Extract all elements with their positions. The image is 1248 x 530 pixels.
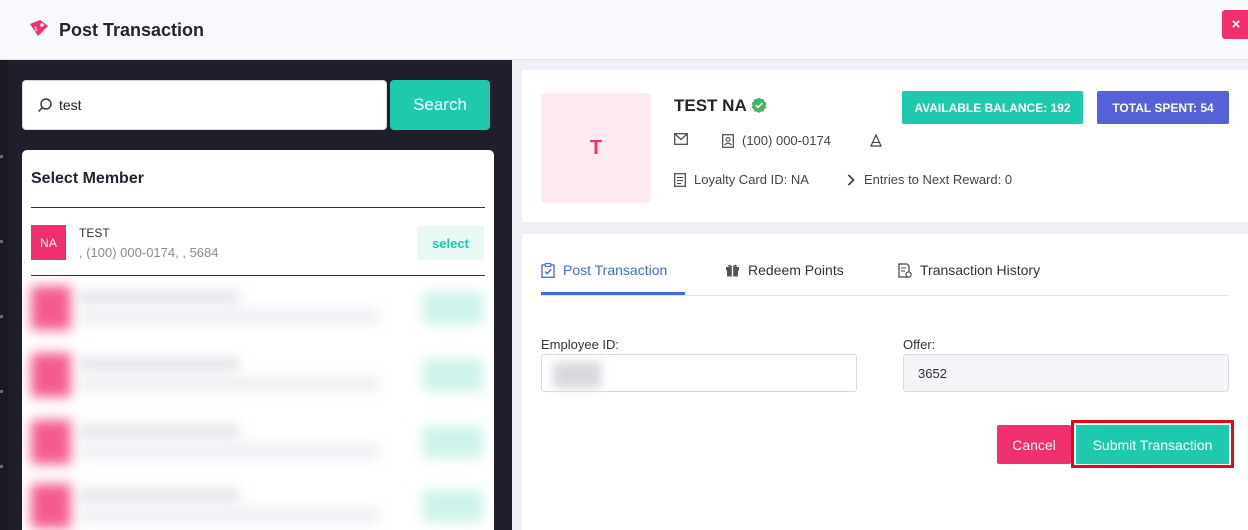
contact-card-icon (722, 133, 734, 148)
profile-avatar: T (541, 93, 651, 203)
edge-marker (0, 315, 3, 318)
tab-post-transaction-label: Post Transaction (563, 262, 668, 278)
tab-transaction-history[interactable]: Transaction History (898, 262, 1040, 278)
available-balance-badge: AVAILABLE BALANCE: 192 (902, 91, 1083, 124)
svg-text:$: $ (34, 26, 38, 33)
total-spent-badge: TOTAL SPENT: 54 (1097, 91, 1229, 124)
search-button[interactable]: Search (390, 80, 490, 130)
modal-header: $ Post Transaction (0, 0, 1248, 60)
tab-bar-divider (541, 295, 1229, 296)
list-item-redacted[interactable] (31, 345, 485, 405)
active-tab-indicator (541, 292, 685, 295)
divider (31, 275, 485, 276)
offer-label: Offer: (903, 337, 936, 352)
employee-id-label: Employee ID: (541, 337, 620, 352)
divider (31, 207, 485, 208)
chevron-right-icon (847, 173, 855, 186)
close-button[interactable]: × (1222, 10, 1248, 39)
member-list-card: Select Member NA TEST , (100) 000-0174, … (22, 150, 494, 530)
member-list-title: Select Member (31, 170, 144, 187)
cake-icon (870, 133, 882, 147)
list-item-redacted[interactable] (31, 476, 485, 530)
search-input[interactable] (59, 93, 369, 117)
list-item-redacted[interactable] (31, 412, 485, 472)
email-info (674, 133, 696, 145)
gift-icon (726, 264, 739, 277)
modal-title: Post Transaction (59, 20, 205, 40)
tab-transaction-history-label: Transaction History (920, 262, 1041, 278)
tab-redeem-points[interactable]: Redeem Points (725, 262, 844, 278)
list-item-redacted[interactable] (31, 278, 485, 338)
clipboard-check-icon (541, 262, 555, 278)
member-avatar: NA (31, 225, 66, 260)
search-field[interactable] (22, 80, 387, 130)
offer-input[interactable] (903, 354, 1229, 392)
card-icon (674, 172, 686, 187)
next-reward-info: Entries to Next Reward: 0 (846, 172, 1012, 187)
member-details: , (100) 000-0174, , 5684 (79, 245, 219, 260)
member-name: TEST (79, 226, 110, 240)
edge-marker (0, 155, 3, 158)
phone-number: (100) 000-0174 (742, 133, 831, 148)
cancel-button[interactable]: Cancel (997, 425, 1071, 464)
loyalty-card-info: Loyalty Card ID: NA (674, 172, 809, 187)
mail-icon (674, 133, 688, 145)
phone-info: (100) 000-0174 (722, 133, 831, 148)
profile-name: TEST NA (674, 96, 747, 115)
edge-marker (0, 465, 3, 468)
birthday-info (870, 133, 890, 147)
submit-transaction-button[interactable]: Submit Transaction (1076, 425, 1229, 464)
background-edge (0, 60, 8, 530)
verified-icon (751, 97, 767, 113)
employee-id-redacted (553, 362, 601, 388)
edge-marker (0, 240, 3, 243)
entries-to-next-reward: Entries to Next Reward: 0 (864, 172, 1013, 187)
tab-post-transaction[interactable]: Post Transaction (541, 262, 667, 278)
tag-icon: $ (30, 20, 48, 36)
edge-marker (0, 390, 3, 393)
select-member-button[interactable]: select (417, 226, 484, 260)
history-document-icon (898, 262, 912, 278)
tab-redeem-points-label: Redeem Points (748, 262, 844, 278)
loyalty-card-id: Loyalty Card ID: NA (694, 172, 809, 187)
search-icon (38, 98, 52, 112)
